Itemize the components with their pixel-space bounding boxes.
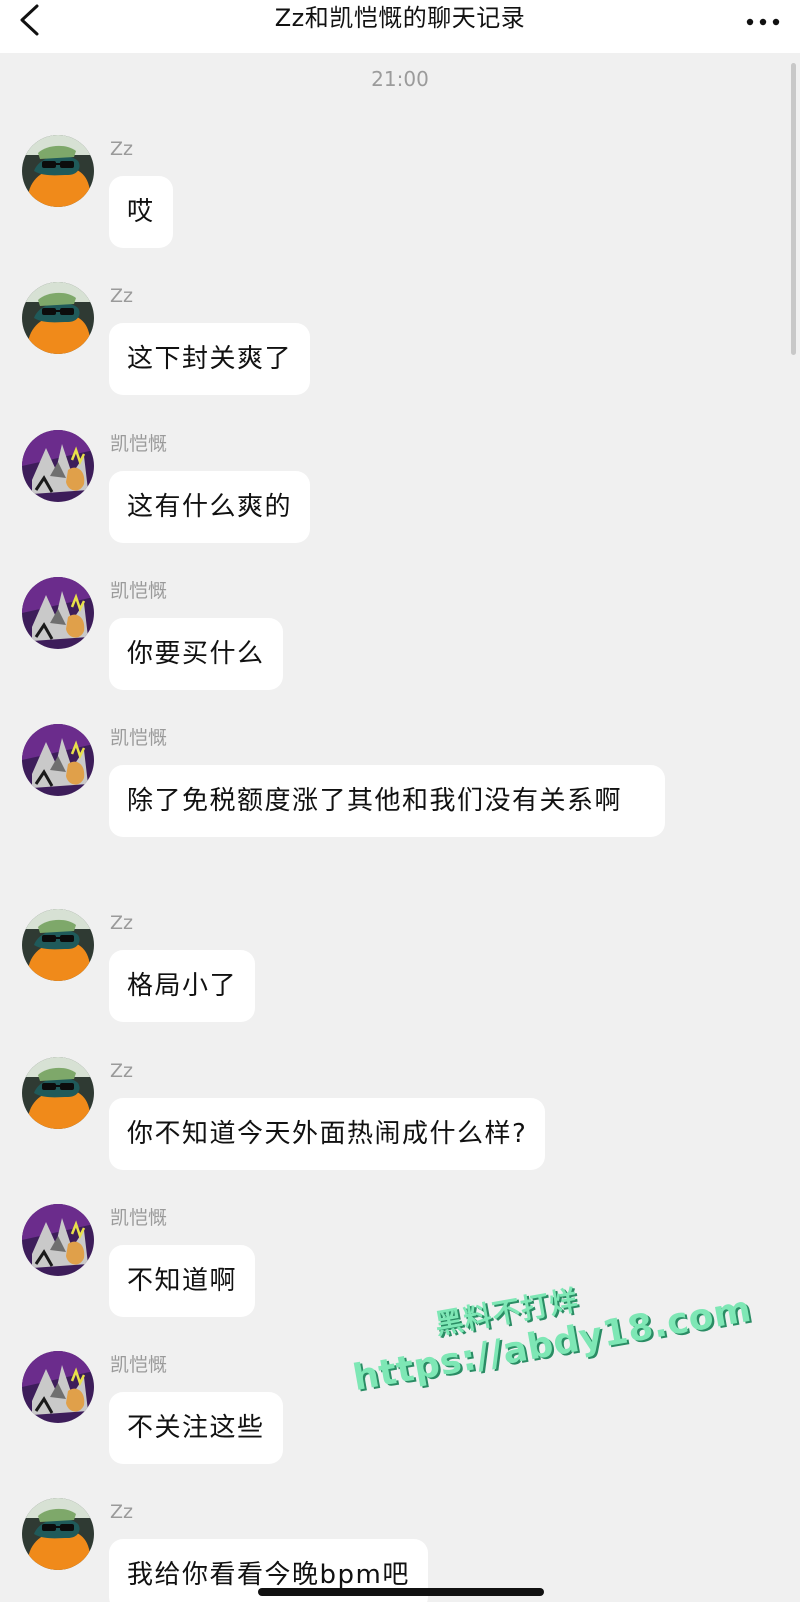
zz-avatar-image xyxy=(22,909,94,981)
zz-avatar-image xyxy=(22,1057,94,1129)
message-bubble[interactable]: 你要买什么 xyxy=(109,618,283,690)
kai-avatar-image xyxy=(22,430,94,502)
page-title: Zz和凯恺慨的聊天记录 xyxy=(274,4,526,32)
message-bubble[interactable]: 这下封关爽了 xyxy=(109,323,311,395)
message-bubble[interactable]: 格局小了 xyxy=(109,950,256,1022)
message-bubble[interactable]: 不知道啊 xyxy=(109,1245,256,1317)
avatar[interactable] xyxy=(22,1498,94,1570)
avatar[interactable] xyxy=(22,909,94,981)
scrollbar[interactable] xyxy=(791,63,796,355)
avatar[interactable] xyxy=(22,1351,94,1423)
message-bubble[interactable]: 你不知道今天外面热闹成什么样? xyxy=(109,1098,546,1170)
sender-name: Zz xyxy=(110,285,133,307)
avatar[interactable] xyxy=(22,577,94,649)
kai-avatar-image xyxy=(22,724,94,796)
sender-name: 凯恺慨 xyxy=(110,727,168,749)
avatar[interactable] xyxy=(22,282,94,354)
timestamp: 21:00 xyxy=(371,67,429,91)
avatar[interactable] xyxy=(22,430,94,502)
sender-name: Zz xyxy=(110,912,133,934)
sender-name: 凯恺慨 xyxy=(110,1207,168,1229)
sender-name: 凯恺慨 xyxy=(110,580,168,602)
kai-avatar-image xyxy=(22,577,94,649)
zz-avatar-image xyxy=(22,135,94,207)
avatar[interactable] xyxy=(22,1057,94,1129)
message-bubble[interactable]: 除了免税额度涨了其他和我们没有关系啊 xyxy=(109,765,665,837)
ellipsis-icon xyxy=(746,11,780,30)
sender-name: Zz xyxy=(110,138,133,160)
sender-name: Zz xyxy=(110,1060,133,1082)
avatar[interactable] xyxy=(22,135,94,207)
more-button[interactable] xyxy=(740,8,780,32)
message-bubble[interactable]: 哎 xyxy=(109,176,173,248)
message-bubble[interactable]: 不关注这些 xyxy=(109,1392,283,1464)
kai-avatar-image xyxy=(22,1351,94,1423)
kai-avatar-image xyxy=(22,1204,94,1276)
zz-avatar-image xyxy=(22,1498,94,1570)
avatar[interactable] xyxy=(22,1204,94,1276)
sender-name: 凯恺慨 xyxy=(110,1354,168,1376)
chat-history[interactable]: 21:00 Zz 哎 Zz 这下封关爽了 凯恺慨 这有什么爽的 凯恺慨 你要买什… xyxy=(0,53,800,1602)
avatar[interactable] xyxy=(22,724,94,796)
zz-avatar-image xyxy=(22,282,94,354)
chevron-left-icon xyxy=(18,3,40,37)
sender-name: Zz xyxy=(110,1501,133,1523)
top-bar: Zz和凯恺慨的聊天记录 xyxy=(0,0,800,53)
home-indicator[interactable] xyxy=(258,1588,544,1596)
message-bubble[interactable]: 这有什么爽的 xyxy=(109,471,311,543)
sender-name: 凯恺慨 xyxy=(110,433,168,455)
back-button[interactable] xyxy=(18,0,62,40)
